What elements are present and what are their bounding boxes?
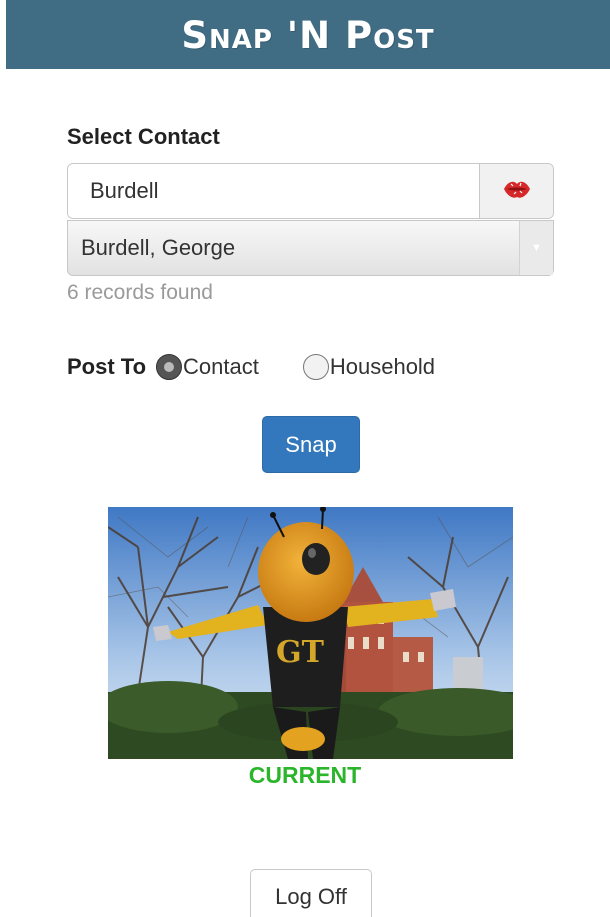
radio-household-label: Household	[329, 354, 436, 379]
app-header: Snap 'N Post	[6, 0, 610, 69]
photo-status-label: CURRENT	[248, 762, 362, 788]
snapped-photo: GT	[108, 507, 513, 759]
app-title: Snap 'N Post	[181, 14, 435, 57]
post-to-label: Post To	[67, 354, 147, 379]
lips-icon	[502, 178, 532, 205]
svg-text:GT: GT	[276, 635, 325, 670]
select-contact-label: Select Contact	[67, 124, 220, 149]
contact-select-value: Burdell, George	[81, 235, 236, 260]
chevron-down-icon: ▼	[519, 221, 553, 275]
radio-option-contact[interactable]: Contact	[156, 354, 259, 380]
radio-contact[interactable]	[156, 354, 183, 380]
contact-search-input[interactable]	[68, 164, 479, 218]
radio-option-household[interactable]: Household	[302, 354, 436, 380]
clear-search-button[interactable]	[479, 164, 553, 218]
radio-household[interactable]	[302, 354, 329, 380]
records-found-text: 6 records found	[67, 281, 213, 304]
contact-search-group	[67, 163, 554, 219]
contact-select[interactable]: Burdell, George ▼	[67, 220, 554, 276]
snap-button[interactable]: Snap	[262, 416, 360, 473]
post-to-group: Post To Contact Household	[67, 352, 435, 382]
log-off-button[interactable]: Log Off	[250, 869, 372, 917]
radio-contact-label: Contact	[183, 354, 259, 379]
